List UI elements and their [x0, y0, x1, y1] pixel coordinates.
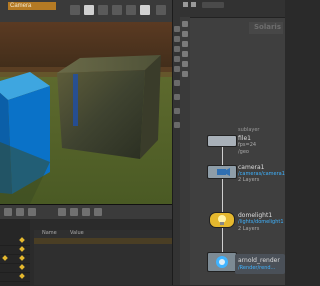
stop-icon[interactable] [16, 208, 24, 216]
render-settings-icon [216, 256, 228, 268]
node-label-file1: file1 [238, 135, 251, 142]
network-tool-icon[interactable] [182, 61, 188, 67]
camera-icon[interactable] [112, 5, 122, 15]
bottom-toolbar [0, 205, 172, 219]
domelight1-node[interactable] [209, 212, 235, 228]
forward-icon[interactable] [191, 2, 196, 7]
scene-render [0, 22, 172, 204]
network-tool-icon[interactable] [182, 41, 188, 47]
network-tool-icon[interactable] [182, 51, 188, 57]
camera-icon [217, 168, 230, 176]
shading-icon[interactable] [84, 5, 94, 15]
network-context-label: Solaris [254, 23, 281, 31]
table-row[interactable] [34, 254, 172, 260]
snap-icon[interactable] [140, 5, 150, 15]
lightbulb-icon [218, 215, 226, 225]
node-label-arnold-render: arnold_render [238, 257, 280, 264]
node-label-domelight1: domelight1 [238, 212, 273, 219]
key-icon[interactable] [28, 208, 36, 216]
table-row[interactable] [34, 262, 172, 268]
list-icon[interactable] [70, 208, 78, 216]
node-comment: sublayer [238, 127, 260, 133]
settings-icon[interactable] [94, 208, 102, 216]
network-tool-icon[interactable] [182, 71, 188, 77]
camera-tab[interactable]: Camera [8, 2, 56, 10]
parameter-table: Name Value [34, 230, 172, 285]
lighting-icon[interactable] [98, 5, 108, 15]
filter-icon[interactable] [58, 208, 66, 216]
table-row[interactable] [34, 246, 172, 252]
column-header-name: Name [42, 230, 57, 236]
metal-cube-front [57, 70, 145, 159]
network-side-toolbar [180, 17, 190, 285]
viewport-toolbar: Camera [0, 0, 178, 23]
animation-tracks[interactable] [0, 219, 30, 286]
file1-node[interactable] [207, 135, 237, 147]
arnold-render-node[interactable] [207, 252, 237, 272]
network-tab[interactable] [202, 2, 224, 8]
node-toolbar [180, 0, 285, 18]
node-info: 2 Layers [238, 177, 260, 183]
camera1-node[interactable] [207, 165, 237, 179]
network-tool-icon[interactable] [182, 21, 188, 27]
back-icon[interactable] [183, 2, 188, 7]
network-tool-icon[interactable] [182, 31, 188, 37]
render-icon[interactable] [126, 5, 136, 15]
display-options-icon[interactable] [70, 5, 80, 15]
curve-icon[interactable] [82, 208, 90, 216]
more-icon[interactable] [156, 5, 166, 15]
node-info: /geo [238, 149, 249, 155]
node-primpath: /Render/rend... [238, 265, 276, 271]
play-icon[interactable] [4, 208, 12, 216]
node-info: 2 Layers [238, 226, 260, 232]
node-info: fps=24 [238, 142, 257, 148]
node-primpath: /lights/domelight1 [238, 219, 284, 225]
viewport-canvas[interactable] [0, 22, 172, 204]
node-label-camera1: camera1 [238, 164, 265, 171]
column-header-value: Value [70, 230, 84, 236]
node-network-panel[interactable]: Solaris sublayer file1 fps=24 /geo camer… [180, 0, 285, 285]
table-row[interactable] [34, 238, 172, 244]
